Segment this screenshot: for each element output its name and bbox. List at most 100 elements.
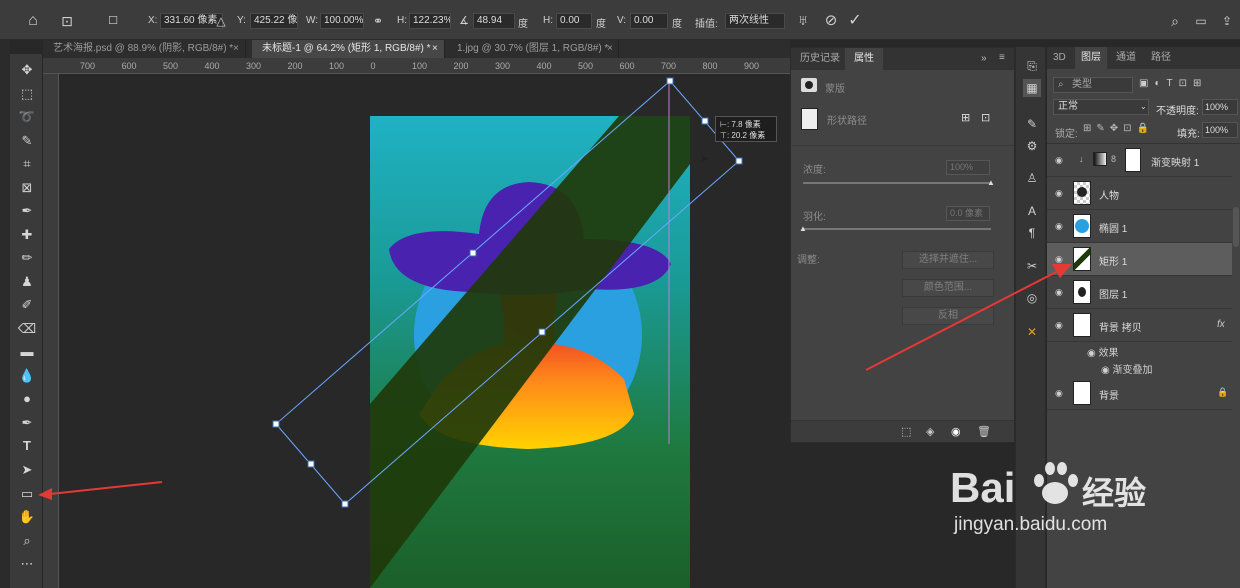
tab-1jpg[interactable]: 1.jpg @ 30.7% (图层 1, RGB/8#) * × [447,40,619,58]
tab-channels[interactable]: 通道 [1110,47,1142,69]
workspace-icon[interactable]: ▭ [1192,12,1210,30]
reference-point-icon[interactable]: ⊡ [58,12,76,30]
fill-field[interactable]: 100% [1202,122,1238,138]
fx-badge[interactable]: fx [1217,319,1225,330]
w-field[interactable]: 100.00% [320,13,364,29]
tab-3d[interactable]: 3D [1047,47,1072,69]
gradient-overlay-row[interactable]: ◉ 渐变叠加 [1101,361,1153,376]
marquee-tool-icon[interactable]: ⬚ [15,84,39,104]
feather-slider[interactable] [803,228,991,230]
eyedropper-tool-icon[interactable]: ✒ [15,201,39,221]
tab-layers[interactable]: 图层 [1075,47,1107,69]
lasso-tool-icon[interactable]: ➰ [15,107,39,127]
layer-name: 人物 [1099,191,1119,202]
panel-collapse-icon[interactable]: » [981,53,987,64]
more-tools-icon[interactable]: ⋯ [15,554,39,574]
eye-icon[interactable]: ◉ [1055,155,1067,165]
zoom-tool-icon[interactable]: ⌕ [15,531,39,551]
frame-tool-icon[interactable]: ⊠ [15,178,39,198]
feather-slider-handle[interactable]: ▲ [799,224,807,233]
properties-panel-icon[interactable]: ▦ [1023,79,1041,97]
brush-settings-icon[interactable]: ✎ [1023,115,1041,133]
layer-filter-icons[interactable]: ▣◐T⊡⊞ [1139,78,1207,89]
lock-icons[interactable]: ⊞✎✥⊡🔒 [1083,123,1154,134]
hskew-field[interactable]: 0.00 [556,13,592,29]
move-tool-icon[interactable]: ✥ [15,60,39,80]
feather-field[interactable]: 0.0 像素 [946,206,990,221]
tab-art-poster[interactable]: 艺术海报.psd @ 88.9% (阴影, RGB/8#) * × [43,40,246,58]
share-icon[interactable]: ⇪ [1218,12,1236,30]
blur-tool-icon[interactable]: 💧 [15,366,39,386]
warp-icon[interactable]: ♅ [794,12,812,30]
layer-row-gradient-map[interactable]: ◉ ↓ 8 渐变映射 1 [1047,144,1232,177]
eye-icon[interactable]: ◉ [1055,388,1067,398]
density-slider[interactable] [803,182,991,184]
angle-field[interactable]: 48.94 [473,13,515,29]
delete-icon[interactable]: 🗑 [977,425,991,438]
adjustments-icon[interactable]: ⚙ [1023,137,1041,155]
visibility-icon[interactable]: ◉ [951,425,961,438]
reference-checkbox[interactable]: ☐ [104,12,122,30]
cancel-transform-icon[interactable]: ⊘ [822,12,840,30]
layer-row-figure[interactable]: ◉ 人物 [1047,177,1232,210]
eye-icon[interactable]: ◉ [1055,188,1067,198]
eye-icon[interactable]: ◉ [1087,348,1096,359]
h-field[interactable]: 122.23% [409,13,451,29]
character-icon[interactable]: A [1023,202,1041,220]
link-icon[interactable]: ⚭ [369,12,387,30]
history-brush-tool-icon[interactable]: ✐ [15,295,39,315]
crop-tool-icon[interactable]: ⌗ [15,154,39,174]
layers-scrollbar[interactable] [1233,207,1239,247]
y-field[interactable]: 425.22 像素 [250,13,298,29]
hand-tool-icon[interactable]: ✋ [15,507,39,527]
density-slider-handle[interactable]: ▲ [987,178,995,187]
history-panel-icon[interactable]: ⎘ [1023,57,1041,75]
home-icon[interactable]: ⌂ [24,12,42,30]
interpolation-select[interactable]: 两次线性 [725,13,785,29]
layer-name: 椭圆 1 [1099,224,1128,235]
layer-row-ellipse[interactable]: ◉ 椭圆 1 [1047,210,1232,243]
ruler-tick-label: 500 [163,61,179,71]
pen-tool-icon[interactable]: ✒ [15,413,39,433]
healing-tool-icon[interactable]: ✚ [15,225,39,245]
paragraph-icon[interactable]: ¶ [1023,224,1041,242]
add-mask-icon[interactable]: ⊞ [961,111,970,124]
quick-select-tool-icon[interactable]: ✎ [15,131,39,151]
delta-icon[interactable]: △ [212,12,230,30]
effects-row[interactable]: ◉ 效果 [1087,344,1119,359]
vskew-label: V: [617,15,627,26]
tab-untitled[interactable]: 未标题-1 @ 64.2% (矩形 1, RGB/8#) * × [252,40,445,58]
vector-mask-icon[interactable]: ⊡ [981,111,990,124]
eraser-tool-icon[interactable]: ⌫ [15,319,39,339]
path-select-tool-icon[interactable]: ➤ [15,460,39,480]
stamp-tool-icon[interactable]: ♟ [15,272,39,292]
gradient-tool-icon[interactable]: ▬ [15,342,39,362]
tab-history[interactable]: 历史记录 [791,48,849,70]
eye-icon[interactable]: ◉ [1101,365,1110,376]
commit-transform-icon[interactable]: ✓ [846,12,864,30]
vskew-field[interactable]: 0.00 [630,13,668,29]
layer-thumb [1073,181,1091,205]
close-icon[interactable]: × [607,40,613,58]
chevron-down-icon: ⌄ [1140,102,1147,111]
opacity-field[interactable]: 100% [1202,99,1238,115]
type-tool-icon[interactable]: T [15,436,39,456]
clip-indicator-icon: ↓ [1079,154,1084,164]
dodge-tool-icon[interactable]: ● [15,389,39,409]
density-field[interactable]: 100% [946,160,990,175]
tab-properties[interactable]: 属性 [845,48,883,70]
angle-degree-label: 度 [518,19,528,30]
blend-mode-select[interactable]: 正常 ⌄ [1053,99,1149,115]
close-icon[interactable]: × [432,40,438,58]
apply-mask-icon[interactable]: ◈ [926,425,934,438]
brush-tool-icon[interactable]: ✏ [15,248,39,268]
close-icon[interactable]: × [233,40,239,58]
load-selection-icon[interactable]: ⬚ [901,425,911,438]
layer-row-background[interactable]: ◉ 背景 🔒 [1047,377,1232,410]
tab-paths[interactable]: 路径 [1145,47,1177,69]
eye-icon[interactable]: ◉ [1055,221,1067,231]
search-icon[interactable]: ⌕ [1166,12,1184,30]
panel-menu-icon[interactable]: ≡ [999,52,1005,63]
clone-source-icon[interactable]: ♙ [1023,169,1041,187]
layer-filter-select[interactable]: ⌕ 类型 [1053,77,1133,93]
